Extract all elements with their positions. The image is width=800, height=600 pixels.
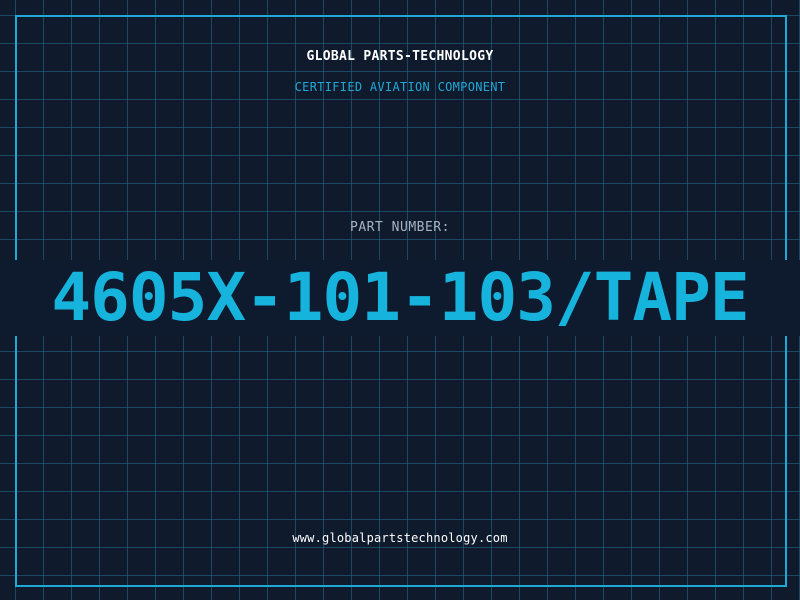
- part-card: GLOBAL PARTS-TECHNOLOGY CERTIFIED AVIATI…: [0, 0, 800, 600]
- website-url: www.globalpartstechnology.com: [292, 531, 508, 545]
- part-number-label: PART NUMBER:: [350, 220, 450, 235]
- certification-tagline: CERTIFIED AVIATION COMPONENT: [294, 80, 506, 94]
- part-number-value: 4605X-101-103/TAPE: [51, 259, 749, 336]
- company-name: GLOBAL PARTS-TECHNOLOGY: [306, 49, 494, 64]
